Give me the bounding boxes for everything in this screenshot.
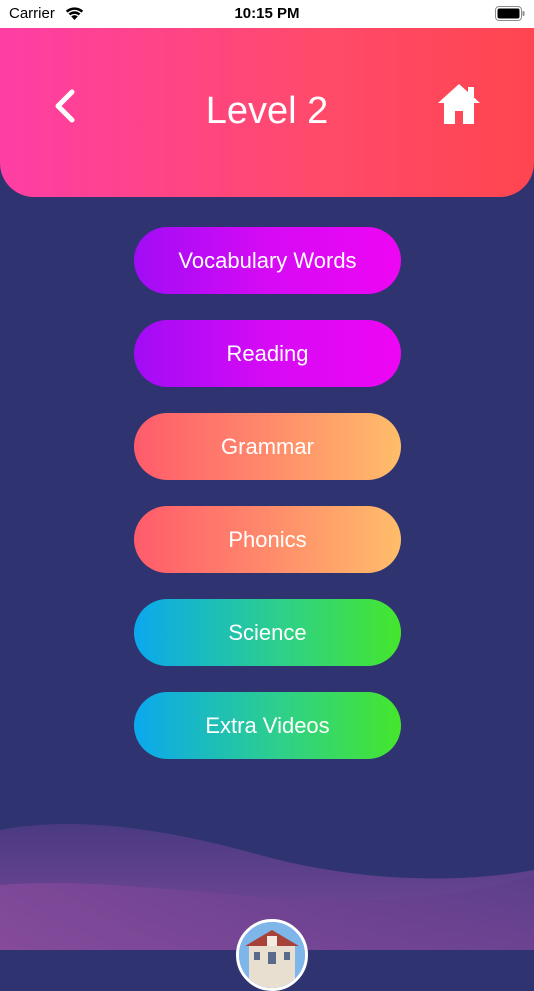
- header-bar: Level 2: [0, 28, 534, 197]
- button-label: Grammar: [221, 433, 314, 459]
- home-icon: [438, 84, 480, 124]
- vocabulary-words-button[interactable]: Vocabulary Words: [134, 227, 401, 294]
- phonics-button[interactable]: Phonics: [134, 506, 401, 573]
- button-label: Vocabulary Words: [178, 247, 357, 273]
- button-label: Science: [228, 619, 307, 645]
- button-label: Phonics: [228, 526, 307, 552]
- school-building-icon: [239, 922, 305, 988]
- status-bar: Carrier 10:15 PM: [0, 0, 534, 28]
- school-avatar[interactable]: [236, 919, 308, 991]
- level-menu: Vocabulary Words Reading Grammar Phonics…: [134, 227, 401, 785]
- battery-icon: [495, 6, 525, 21]
- extra-videos-button[interactable]: Extra Videos: [134, 692, 401, 759]
- reading-button[interactable]: Reading: [134, 320, 401, 387]
- button-label: Extra Videos: [205, 712, 330, 738]
- button-label: Reading: [226, 340, 309, 366]
- status-time: 10:15 PM: [234, 5, 300, 22]
- grammar-button[interactable]: Grammar: [134, 413, 401, 480]
- home-button[interactable]: [436, 81, 482, 127]
- science-button[interactable]: Science: [134, 599, 401, 666]
